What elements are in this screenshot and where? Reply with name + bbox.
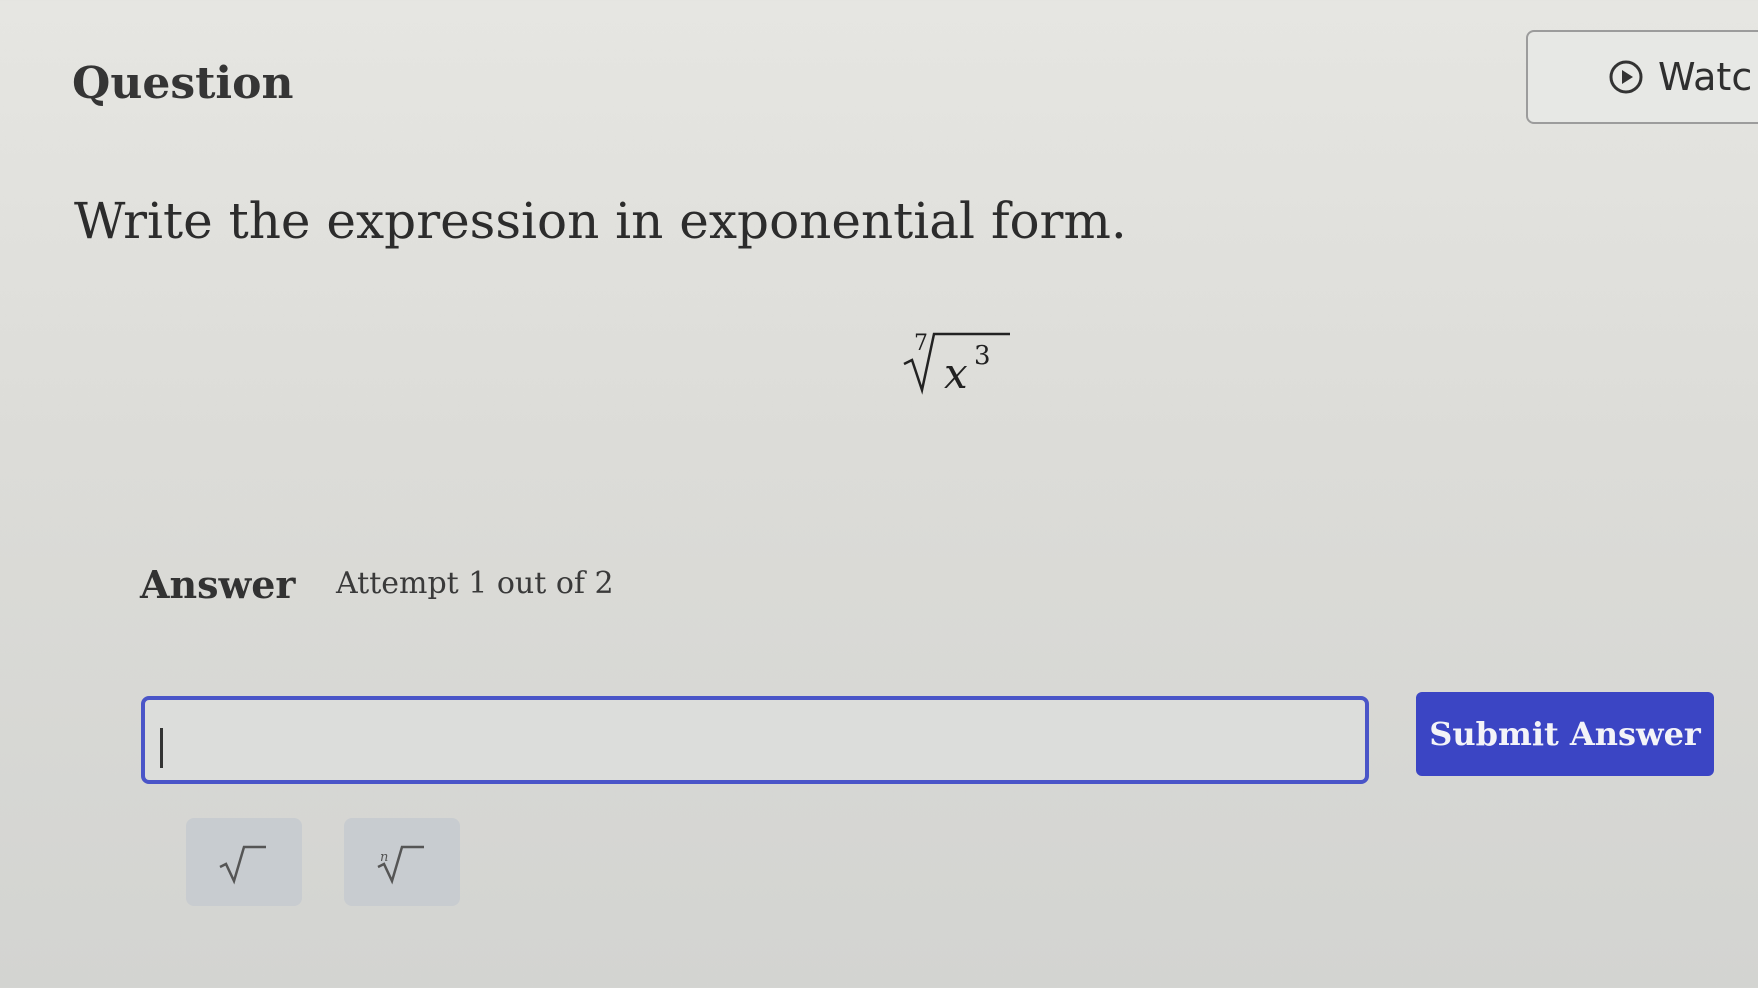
submit-answer-button[interactable]: Submit Answer: [1416, 692, 1714, 776]
text-cursor: [160, 728, 163, 768]
attempt-counter: Attempt 1 out of 2: [336, 566, 614, 601]
radicand-exponent: 3: [974, 341, 991, 371]
radical-expression: 7 x 3: [900, 320, 1020, 400]
square-root-tool-button[interactable]: [186, 818, 302, 906]
nth-root-icon: n: [377, 845, 424, 885]
sqrt-icon: [219, 845, 266, 885]
answer-heading: Answer: [140, 562, 296, 607]
question-prompt: Write the expression in exponential form…: [74, 192, 1127, 250]
play-circle-icon: [1608, 59, 1644, 95]
watch-video-button[interactable]: Watc: [1526, 30, 1758, 124]
question-heading: Question: [72, 58, 294, 109]
radicand-base: x: [944, 349, 968, 398]
root-index: 7: [914, 331, 928, 356]
watch-video-label: Watc: [1658, 55, 1753, 99]
nth-root-tool-button[interactable]: n: [344, 818, 460, 906]
answer-input[interactable]: [141, 696, 1369, 784]
question-page: Question Watc Write the expression in ex…: [0, 0, 1758, 988]
